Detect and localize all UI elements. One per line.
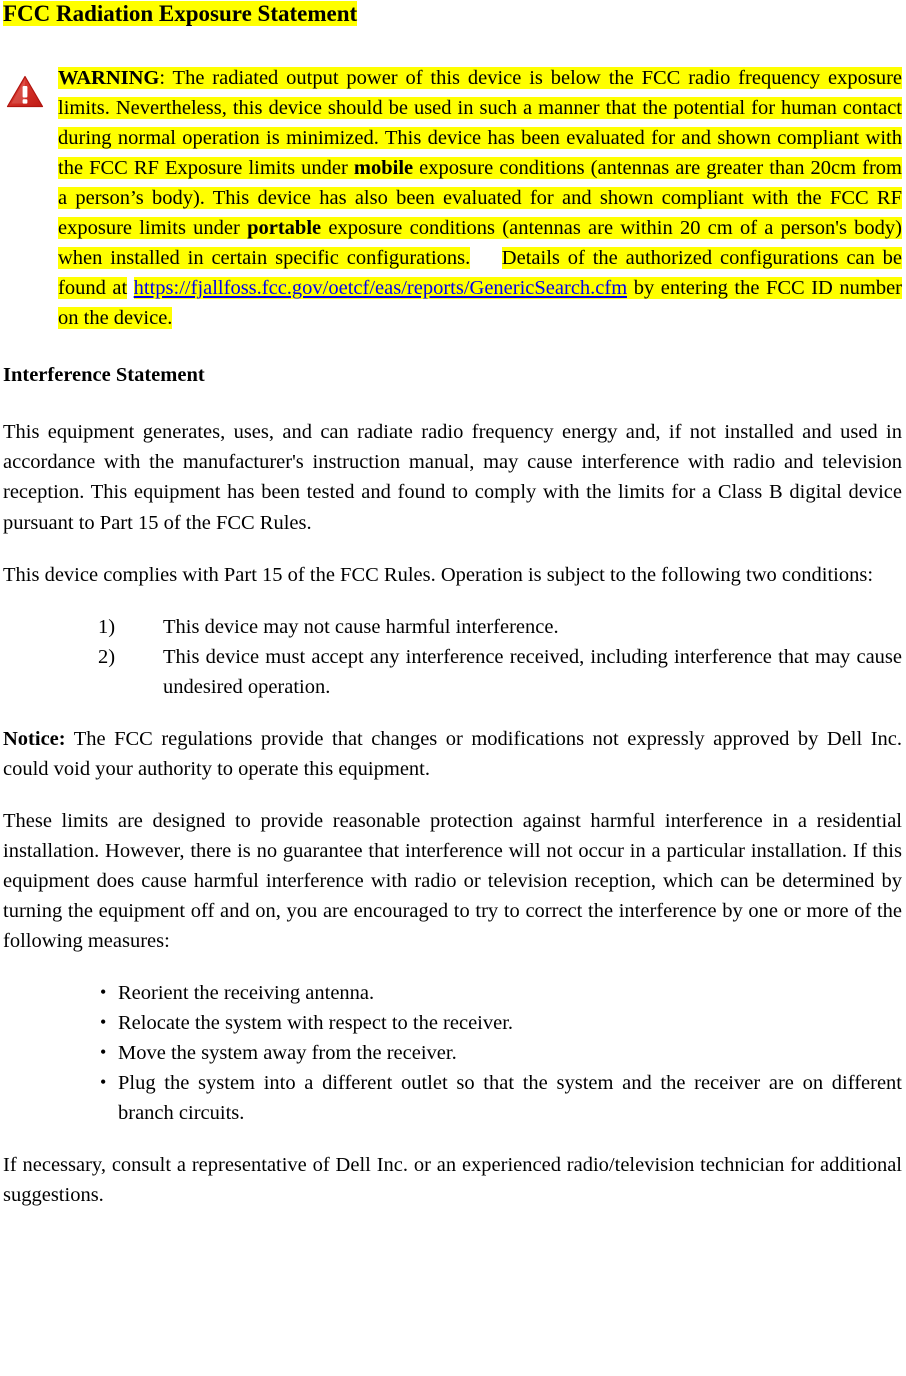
list-item: • Plug the system into a different outlet…	[3, 1068, 902, 1128]
bullet-icon: •	[100, 1011, 107, 1032]
interference-paragraph-2: This device complies with Part 15 of the…	[3, 563, 874, 586]
page-title: FCC Radiation Exposure Statement	[3, 0, 902, 27]
list-item-label: Reorient the receiving antenna.	[118, 981, 375, 1004]
list-item: • Move the system away from the receiver.	[3, 1038, 902, 1068]
list-item: • Reorient the receiving antenna.	[3, 978, 902, 1008]
warning-label: WARNING	[58, 67, 160, 90]
list-item-label: Relocate the system with respect to the …	[118, 1011, 514, 1034]
list-item-label: Plug the system into a different outlet …	[118, 1071, 902, 1124]
generic-search-url-link[interactable]: https://fjallfoss.fcc.gov/oetcf/eas/repo…	[133, 277, 628, 300]
interference-paragraph-1: This equipment generates, uses, and can …	[3, 421, 902, 534]
notice-text: The FCC regulations provide that changes…	[3, 727, 902, 780]
list-item-marker: 2)	[98, 645, 116, 668]
notice-label: Notice:	[3, 727, 66, 750]
bullet-icon: •	[100, 1071, 107, 1092]
list-item-label: Move the system away from the receiver.	[118, 1041, 457, 1064]
warning-triangle-icon	[6, 75, 44, 108]
fcc-warning-block: WARNING: The radiated output power of th…	[3, 63, 903, 333]
bullet-icon: •	[100, 981, 107, 1002]
list-item-label: This device must accept any interference…	[163, 645, 902, 698]
list-item: • Relocate the system with respect to the…	[3, 1008, 902, 1038]
list-item-label: This device may not cause harmful interf…	[163, 615, 559, 638]
interference-paragraph-4: If necessary, consult a representative o…	[3, 1154, 902, 1207]
list-item: 1) This device may not cause harmful inte…	[3, 612, 902, 642]
bullet-icon: •	[100, 1041, 107, 1062]
list-item-marker: 1)	[98, 615, 116, 638]
fcc-warning-paragraph: WARNING: The radiated output power of th…	[58, 63, 903, 333]
corrective-measures-list: • Reorient the receiving antenna. • Reloca…	[3, 978, 902, 1128]
warning-bold-portable: portable	[247, 217, 322, 240]
page-title-text: FCC Radiation Exposure Statement	[3, 1, 358, 26]
interference-paragraph-3: These limits are designed to provide rea…	[3, 809, 902, 952]
warning-bold-mobile: mobile	[353, 157, 414, 180]
operating-conditions-list: 1) This device may not cause harmful inte…	[3, 612, 902, 702]
document-page: FCC Radiation Exposure Statement WARNING…	[0, 0, 906, 1376]
list-item: 2) This device must accept any interferen…	[3, 642, 902, 702]
notice-paragraph: Notice: The FCC regulations provide that…	[3, 724, 902, 784]
interference-statement-heading: Interference Statement	[3, 364, 205, 387]
